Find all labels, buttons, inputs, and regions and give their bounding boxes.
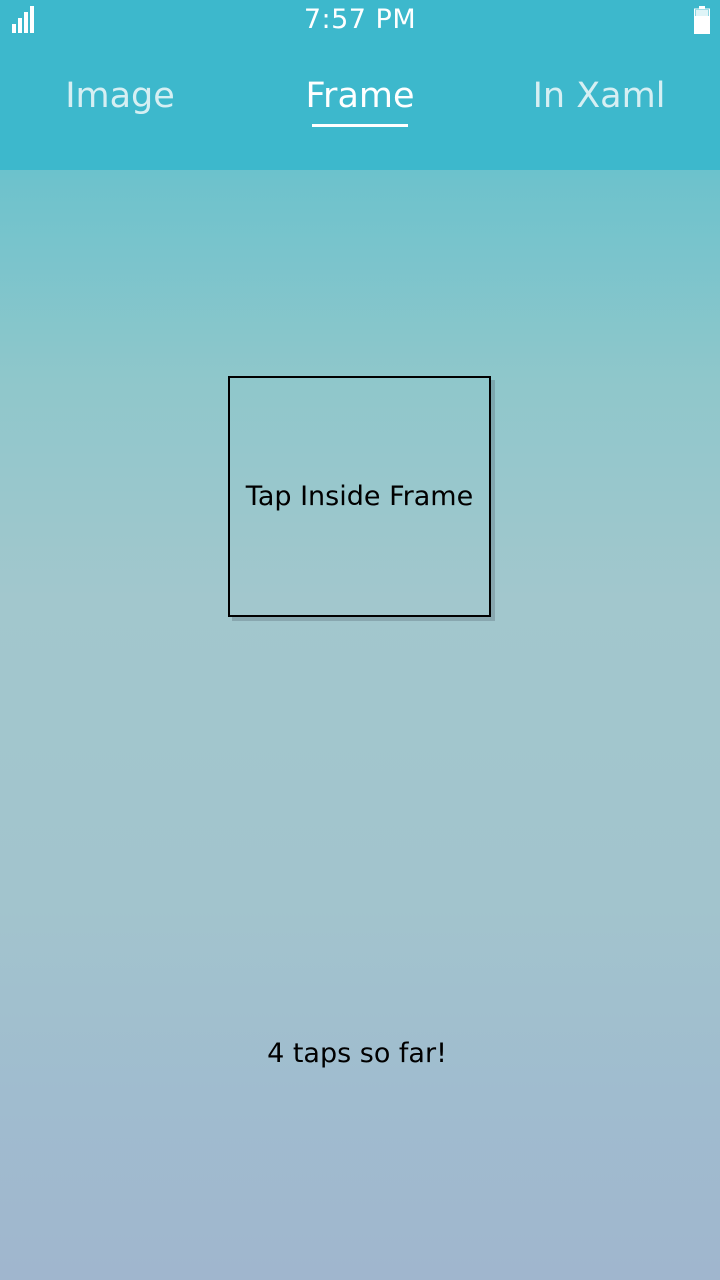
battery-icon <box>694 6 710 34</box>
status-time: 7:57 PM <box>303 4 417 35</box>
tab-in-xaml[interactable]: In Xaml <box>514 76 684 126</box>
active-tab-indicator <box>312 124 408 127</box>
tab-image[interactable]: Image <box>40 76 200 126</box>
tap-count-label: 4 taps so far! <box>267 1038 447 1069</box>
tap-frame[interactable]: Tap Inside Frame <box>228 376 491 617</box>
frame-label: Tap Inside Frame <box>245 481 474 512</box>
app-header: 7:57 PM Image Frame In Xaml <box>0 0 720 170</box>
tab-frame[interactable]: Frame <box>280 76 440 126</box>
status-bar: 7:57 PM <box>0 0 720 42</box>
